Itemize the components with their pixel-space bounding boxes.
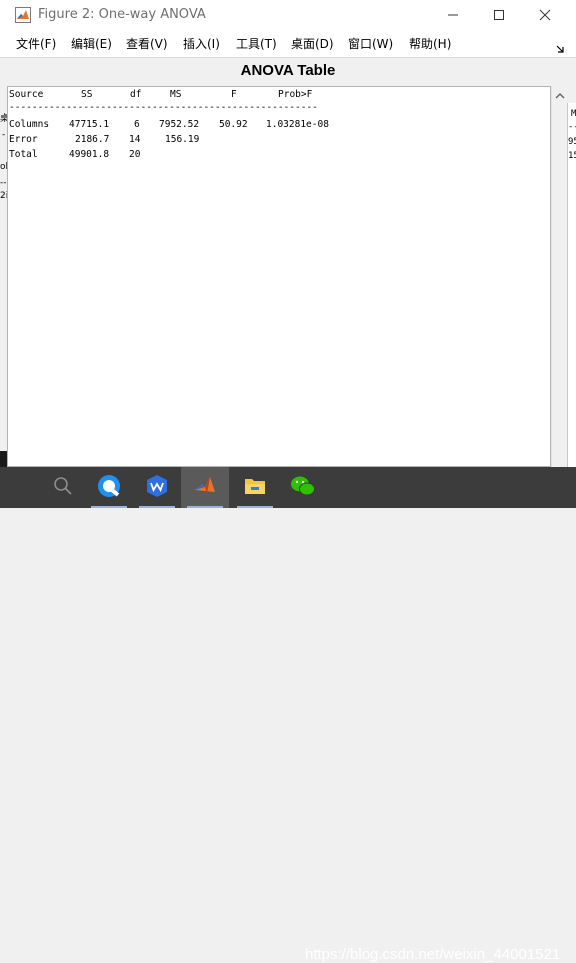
maximize-icon [493, 6, 505, 25]
table-title: ANOVA Table [240, 62, 336, 79]
header-prob: Prob>F [278, 89, 313, 100]
row-error-df: 14 [129, 134, 141, 145]
background-peek-right-2: 95 [568, 137, 576, 147]
minimize-button[interactable] [430, 0, 476, 31]
header-ms: MS [170, 89, 182, 100]
header-source: Source [9, 89, 44, 100]
row-columns-df: 6 [134, 119, 140, 130]
window-title: Figure 2: One-way ANOVA [38, 7, 206, 22]
row-columns-source: Columns [9, 119, 50, 130]
minimize-icon [447, 6, 459, 25]
table-divider: ----------------------------------------… [9, 102, 318, 113]
chevron-up-icon [555, 85, 565, 104]
menu-desktop[interactable]: 桌面(D) [291, 35, 334, 52]
taskbar-edge [0, 451, 7, 467]
browser-icon [96, 473, 122, 503]
wechat-icon [290, 474, 316, 502]
row-total-df: 20 [129, 149, 141, 160]
matlab-icon [193, 474, 217, 502]
row-columns-f: 50.92 [219, 119, 248, 130]
row-columns-ms: 7952.52 [159, 119, 200, 130]
file-explorer-icon [243, 475, 267, 501]
matlab-figure-icon [15, 7, 31, 23]
background-peek-left-1: - [2, 130, 6, 140]
taskbar-wechat-button[interactable] [279, 467, 327, 508]
menu-bar: 文件(F) 编辑(E) 查看(V) 插入(I) 工具(T) 桌面(D) 窗口(W… [0, 31, 576, 57]
close-button[interactable] [522, 0, 568, 31]
taskbar-matlab-button[interactable] [181, 467, 229, 508]
row-error-ms: 156.19 [165, 134, 200, 145]
taskbar: https://blog.csdn.net/weixin_44001521 [0, 451, 576, 963]
menu-tools[interactable]: 工具(T) [236, 35, 277, 52]
header-f: F [231, 89, 237, 100]
row-columns-prob: 1.03281e-08 [266, 119, 329, 130]
header-ss: SS [81, 89, 93, 100]
scroll-up-button[interactable] [552, 86, 568, 102]
background-peek-left-3: -- [0, 178, 7, 188]
table-header-strip: ANOVA Table [0, 57, 576, 86]
figure-window: Figure 2: One-way ANOVA 文件(F) 编辑(E) 查看(V… [0, 0, 576, 467]
taskbar-search-button[interactable] [39, 467, 87, 508]
menu-file[interactable]: 文件(F) [16, 35, 56, 52]
wps-icon [145, 474, 169, 502]
menu-edit[interactable]: 编辑(E) [71, 35, 112, 52]
row-error-ss: 2186.7 [75, 134, 110, 145]
anova-table-panel: Source SS df MS F Prob>F ---------------… [7, 86, 551, 467]
taskbar-wps-button[interactable] [133, 467, 181, 508]
background-peek-right-3: 15 [568, 151, 576, 161]
header-df: df [130, 89, 142, 100]
menu-view[interactable]: 查看(V) [126, 35, 168, 52]
row-columns-ss: 47715.1 [69, 119, 110, 130]
menu-insert[interactable]: 插入(I) [183, 35, 220, 52]
background-window-peek-right: M -- 95 15 [567, 103, 576, 467]
title-bar[interactable]: Figure 2: One-way ANOVA [0, 0, 576, 31]
menu-window[interactable]: 窗口(W) [348, 35, 393, 52]
search-icon [53, 476, 73, 500]
background-peek-right-0: M [571, 109, 576, 119]
taskbar-file-explorer-button[interactable] [231, 467, 279, 508]
vertical-scrollbar[interactable] [551, 86, 568, 467]
maximize-button[interactable] [476, 0, 522, 31]
close-icon [539, 6, 551, 25]
row-total-ss: 49901.8 [69, 149, 110, 160]
watermark-url: https://blog.csdn.net/weixin_44001521 [305, 946, 561, 963]
menu-help[interactable]: 帮助(H) [409, 35, 451, 52]
taskbar-browser-button[interactable] [85, 467, 133, 508]
background-peek-right-1: -- [568, 122, 576, 132]
row-total-source: Total [9, 149, 38, 160]
toolbar-toggle-arrow-icon[interactable] [555, 39, 565, 53]
row-error-source: Error [9, 134, 38, 145]
